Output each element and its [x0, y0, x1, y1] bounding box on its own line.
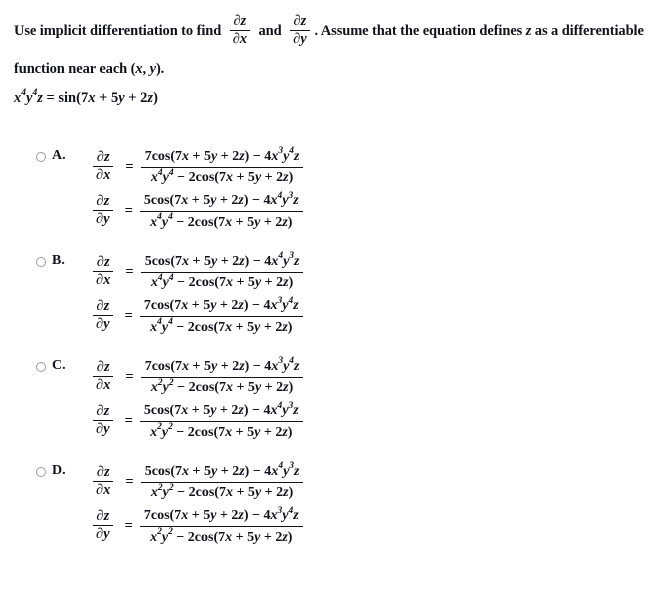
fraction-bar — [139, 315, 303, 318]
lhs-denominator: ∂x — [96, 376, 111, 393]
option-body-b: ∂z ∂x = 5cos(7x + 5y + 2z) − 4x4y3z x4y4 − 2… — [88, 251, 304, 342]
expression-fraction: 5cos(7x + 5y + 2z) − 4x4y3z x2y2 − 2cos(7… — [139, 400, 303, 440]
question-stem-text-1: Use implicit differentiation to find — [14, 23, 222, 39]
option-letter-c: C. — [52, 358, 66, 373]
expression-fraction: 7cos(7x + 5y + 2z) − 4x3y4z x4y4 − 2cos(7… — [140, 146, 304, 186]
option-letter-d: D. — [52, 463, 66, 478]
expression-numerator: 5cos(7x + 5y + 2z) − 4x4y3z — [144, 251, 300, 269]
lhs-numerator: ∂z — [96, 192, 110, 209]
fraction-bar — [139, 525, 303, 528]
question-stem-line-2: function near each (x, y). — [14, 61, 165, 77]
derivative-equation-row: ∂z ∂x = 5cos(7x + 5y + 2z) − 4x4y3z x2y2 − 2… — [88, 461, 304, 501]
derivative-equation-row: ∂z ∂x = 7cos(7x + 5y + 2z) − 4x3y4z x2y2 − 2… — [88, 356, 304, 396]
expression-fraction: 5cos(7x + 5y + 2z) − 4x4y3z x4y4 − 2cos(7… — [140, 251, 304, 291]
fraction-bar — [140, 376, 304, 378]
derivative-equation-row: ∂z ∂x = 5cos(7x + 5y + 2z) − 4x4y3z x4y4 − 2… — [88, 251, 304, 291]
fraction-bar — [140, 271, 304, 273]
expression-fraction: 7cos(7x + 5y + 2z) − 4x3y4z x2y2 − 2cos(7… — [139, 505, 303, 545]
lhs-denominator: ∂x — [96, 271, 111, 288]
expression-numerator: 7cos(7x + 5y + 2z) − 4x3y4z — [143, 505, 299, 524]
expression-denominator: x4y4 − 2cos(7x + 5y + 2z) — [150, 272, 294, 291]
lhs-numerator: ∂z — [96, 463, 110, 480]
lhs-denominator: ∂y — [96, 316, 110, 333]
lhs-denominator: ∂x — [96, 481, 111, 498]
equals-sign: = — [125, 158, 134, 175]
derivative-equation-row: ∂z ∂y = 5cos(7x + 5y + 2z) − 4x4y3z x4y4 − 2… — [88, 190, 303, 230]
option-letter-b: B. — [52, 253, 65, 268]
expression-fraction: 7cos(7x + 5y + 2z) − 4x3y4z x2y2 − 2cos(7… — [140, 356, 304, 396]
equals-sign: = — [124, 413, 133, 430]
expression-denominator: x4y4 − 2cos(7x + 5y + 2z) — [150, 167, 294, 186]
option-body-c: ∂z ∂x = 7cos(7x + 5y + 2z) − 4x3y4z x2y2 − 2… — [88, 356, 304, 447]
lhs-numerator: ∂z — [96, 148, 110, 165]
radio-button-c[interactable] — [36, 362, 46, 372]
derivative-equation-row: ∂z ∂y = 7cos(7x + 5y + 2z) − 4x3y4z x4y4 − 2… — [88, 295, 303, 335]
expression-fraction: 7cos(7x + 5y + 2z) − 4x3y4z x4y4 − 2cos(7… — [139, 295, 303, 335]
lhs-numerator: ∂z — [96, 253, 110, 270]
expression-numerator: 7cos(7x + 5y + 2z) − 4x3y4z — [144, 146, 300, 164]
expression-numerator: 7cos(7x + 5y + 2z) − 4x3y4z — [143, 295, 299, 314]
lhs-numerator: ∂z — [96, 507, 110, 524]
expression-denominator: x2y2 − 2cos(7x + 5y + 2z) — [150, 377, 294, 396]
expression-denominator: x4y4 − 2cos(7x + 5y + 2z) — [150, 317, 293, 335]
expression-numerator: 7cos(7x + 5y + 2z) − 4x3y4z — [144, 356, 300, 374]
partial-derivative-lhs: ∂z ∂x — [93, 358, 114, 393]
expression-denominator: x2y2 − 2cos(7x + 5y + 2z) — [150, 527, 293, 545]
given-equation: x4y4z = sin(7x + 5y + 2z) — [14, 88, 158, 106]
question-stem-text-2: . Assume that the equation defines z as … — [314, 23, 644, 39]
partial-zy-numerator: ∂z — [293, 12, 307, 29]
partial-zx-denominator: ∂x — [232, 31, 247, 48]
fraction-bar — [139, 420, 303, 423]
derivative-equation-row: ∂z ∂y = 5cos(7x + 5y + 2z) − 4x4y3z x2y2 − 2… — [88, 400, 303, 440]
fraction-bar — [140, 481, 304, 483]
partial-derivative-lhs: ∂z ∂y — [93, 402, 113, 438]
question-stem-conjunction: and — [258, 23, 282, 39]
expression-numerator: 5cos(7x + 5y + 2z) − 4x4y3z — [144, 461, 300, 479]
expression-denominator: x2y2 − 2cos(7x + 5y + 2z) — [150, 422, 293, 440]
lhs-numerator: ∂z — [96, 402, 110, 419]
expression-fraction: 5cos(7x + 5y + 2z) − 4x4y3z x4y4 − 2cos(7… — [139, 190, 303, 230]
expression-fraction: 5cos(7x + 5y + 2z) − 4x4y3z x2y2 − 2cos(7… — [140, 461, 304, 501]
radio-button-a[interactable] — [36, 152, 46, 162]
expression-denominator: x2y2 − 2cos(7x + 5y + 2z) — [150, 482, 294, 501]
equals-sign: = — [125, 473, 134, 490]
partial-derivative-lhs: ∂z ∂y — [93, 192, 113, 228]
radio-button-d[interactable] — [36, 467, 46, 477]
derivative-equation-row: ∂z ∂y = 7cos(7x + 5y + 2z) − 4x3y4z x2y2 − 2… — [88, 505, 303, 545]
expression-numerator: 5cos(7x + 5y + 2z) − 4x4y3z — [143, 190, 299, 209]
partial-zx-numerator: ∂z — [233, 12, 247, 29]
lhs-denominator: ∂x — [96, 166, 111, 183]
equals-sign: = — [124, 518, 133, 535]
lhs-numerator: ∂z — [96, 297, 110, 314]
partial-zx-fraction: ∂z ∂x — [229, 12, 250, 48]
option-body-a: ∂z ∂x = 7cos(7x + 5y + 2z) − 4x3y4z x4y4 − 2… — [88, 146, 304, 237]
lhs-numerator: ∂z — [96, 358, 110, 375]
partial-zy-fraction: ∂z ∂y — [290, 12, 310, 48]
partial-zy-denominator: ∂y — [293, 31, 307, 48]
radio-button-b[interactable] — [36, 257, 46, 267]
question-page: Use implicit differentiation to find ∂z … — [0, 0, 652, 592]
derivative-equation-row: ∂z ∂x = 7cos(7x + 5y + 2z) − 4x3y4z x4y4 − 2… — [88, 146, 304, 186]
equals-sign: = — [124, 203, 133, 220]
partial-derivative-lhs: ∂z ∂x — [93, 148, 114, 183]
option-body-d: ∂z ∂x = 5cos(7x + 5y + 2z) − 4x4y3z x2y2 − 2… — [88, 461, 304, 552]
equals-sign: = — [124, 308, 133, 325]
fraction-bar — [140, 166, 304, 168]
expression-denominator: x4y4 − 2cos(7x + 5y + 2z) — [150, 212, 293, 230]
partial-derivative-lhs: ∂z ∂y — [93, 297, 113, 333]
lhs-denominator: ∂y — [96, 526, 110, 543]
equals-sign: = — [125, 368, 134, 385]
question-stem-line-1: Use implicit differentiation to find ∂z … — [14, 12, 652, 50]
lhs-denominator: ∂y — [96, 421, 110, 438]
question-stem: Use implicit differentiation to find ∂z … — [14, 12, 652, 88]
equals-sign: = — [125, 263, 134, 280]
partial-derivative-lhs: ∂z ∂x — [93, 463, 114, 498]
option-letter-a: A. — [52, 148, 66, 163]
expression-numerator: 5cos(7x + 5y + 2z) − 4x4y3z — [143, 400, 299, 419]
lhs-denominator: ∂y — [96, 211, 110, 228]
partial-derivative-lhs: ∂z ∂x — [93, 253, 114, 288]
fraction-bar — [139, 210, 303, 213]
partial-derivative-lhs: ∂z ∂y — [93, 507, 113, 543]
